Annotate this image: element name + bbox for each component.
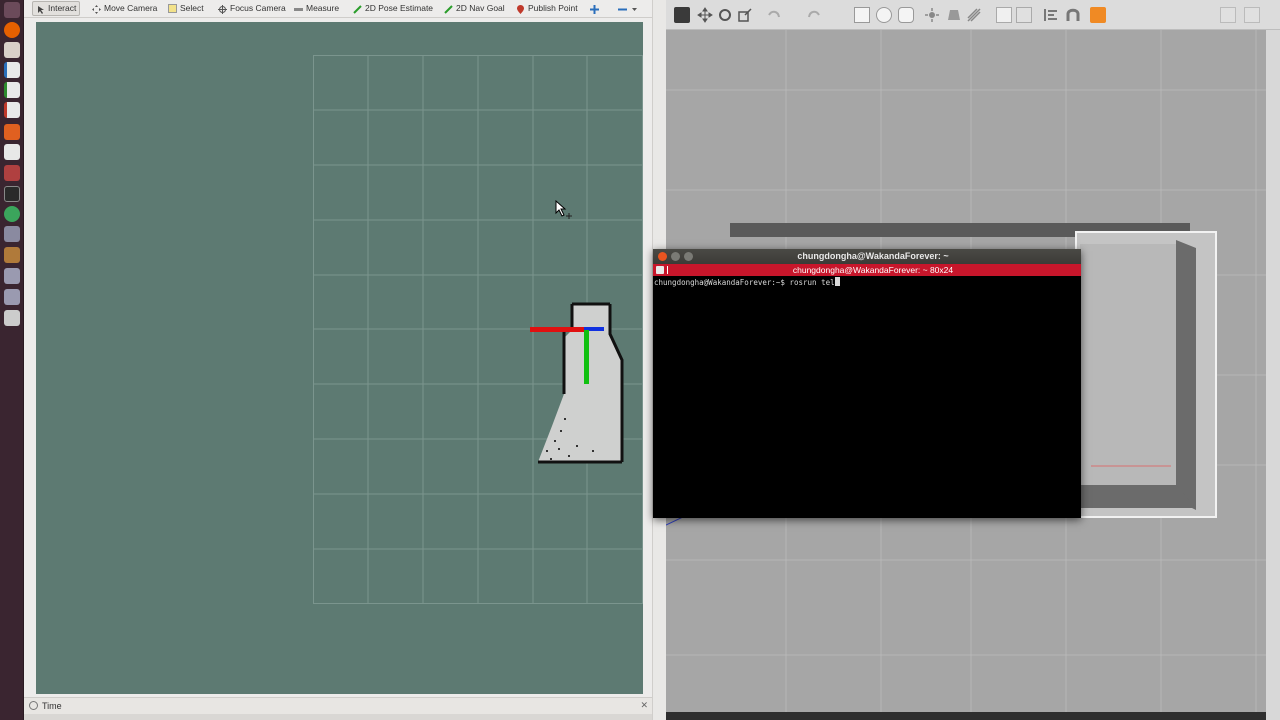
rviz-status-strip [24, 714, 652, 720]
point-light-icon[interactable] [924, 7, 940, 23]
settings-icon[interactable] [4, 165, 20, 181]
software-center-icon[interactable] [4, 124, 20, 140]
box-shape-icon[interactable] [854, 7, 870, 23]
calc-icon[interactable] [4, 82, 20, 98]
left-dock-handle[interactable] [24, 22, 36, 694]
align-icon[interactable] [1043, 7, 1059, 23]
directional-light-icon[interactable] [966, 7, 982, 23]
pose-estimate-icon [353, 4, 362, 14]
scale-icon[interactable] [737, 7, 753, 23]
copy-icon[interactable] [996, 7, 1012, 23]
move-camera-label: Move Camera [104, 3, 158, 13]
app-icon[interactable] [4, 289, 20, 305]
writer-icon[interactable] [4, 62, 20, 78]
measure-label: Measure [306, 3, 340, 13]
dash-icon[interactable] [4, 2, 20, 18]
spot-light-icon[interactable] [946, 7, 962, 23]
paste-icon[interactable] [1016, 7, 1032, 23]
focus-camera-label: Focus Camera [230, 3, 286, 13]
terminal-tab-title: chungdongha@WakandaForever: ~ 80x24 [792, 265, 954, 275]
desktop: Interact Move Camera Select Focus Camera… [0, 0, 1280, 720]
publish-point-icon [516, 4, 525, 14]
sphere-shape-icon[interactable] [876, 7, 892, 23]
time-panel: Time ✕ [24, 697, 652, 714]
pose-estimate-label: 2D Pose Estimate [365, 3, 434, 13]
plus-icon [590, 4, 599, 14]
terminal-launcher-icon[interactable] [4, 186, 20, 202]
measure-tool[interactable]: Measure [294, 1, 339, 16]
pose-estimate-tool[interactable]: 2D Pose Estimate [353, 1, 433, 16]
record-icon[interactable] [1244, 7, 1260, 23]
nav-goal-tool[interactable]: 2D Nav Goal [444, 1, 505, 16]
move-camera-icon [92, 4, 101, 14]
select-mode-icon[interactable] [674, 7, 690, 23]
gazebo-side-panel[interactable] [1266, 30, 1280, 720]
measure-icon [294, 4, 303, 13]
ubuntu-launcher [0, 0, 24, 720]
files-icon[interactable] [4, 42, 20, 58]
rviz-3d-viewport[interactable] [36, 22, 643, 694]
rviz-window: Interact Move Camera Select Focus Camera… [24, 0, 652, 720]
terminal-window-title: chungdongha@WakandaForever: ~ [797, 251, 949, 261]
nav-goal-icon [444, 4, 453, 14]
screenshot-icon[interactable] [1220, 7, 1236, 23]
interact-icon [36, 4, 45, 14]
chevron-down-icon [630, 4, 639, 13]
mouse-cursor-icon [555, 200, 572, 219]
cylinder-shape-icon[interactable] [898, 7, 914, 23]
focus-camera-icon [218, 4, 227, 14]
minus-icon [618, 4, 627, 13]
right-dock-handle[interactable] [643, 22, 652, 694]
terminal-output[interactable]: chungdongha@WakandaForever:~$ rosrun tel [653, 277, 1081, 518]
tool-menu-button[interactable] [618, 1, 639, 16]
select-tool[interactable]: Select [168, 1, 204, 16]
interact-tool[interactable]: Interact [32, 1, 81, 16]
select-label: Select [180, 3, 204, 13]
impress-icon[interactable] [4, 102, 20, 118]
add-tool-button[interactable] [590, 1, 599, 16]
clock-icon [29, 701, 38, 710]
rviz-icon[interactable] [4, 226, 20, 242]
publish-point-tool[interactable]: Publish Point [516, 1, 578, 16]
focus-camera-tool[interactable]: Focus Camera [218, 1, 286, 16]
workspace-icon[interactable] [4, 310, 20, 326]
move-camera-tool[interactable]: Move Camera [92, 1, 157, 16]
terminal-window[interactable]: chungdongha@WakandaForever: ~ chungdongh… [653, 249, 1081, 518]
undo-icon[interactable] [766, 7, 782, 23]
robot-tf-axes [530, 327, 604, 384]
rotate-icon[interactable] [717, 7, 733, 23]
select-icon [168, 4, 177, 13]
publish-point-label: Publish Point [528, 3, 578, 13]
terminal-prompt: chungdongha@WakandaForever:~$ [654, 278, 790, 287]
redo-icon[interactable] [806, 7, 822, 23]
gazebo-icon[interactable] [4, 206, 20, 222]
translate-icon[interactable] [697, 7, 713, 23]
interact-label: Interact [48, 3, 77, 13]
close-icon[interactable]: ✕ [640, 700, 648, 711]
terminal-titlebar[interactable]: chungdongha@WakandaForever: ~ [653, 249, 1081, 264]
terminal-tab[interactable]: chungdongha@WakandaForever: ~ 80x24 [653, 264, 1081, 276]
archive-icon[interactable] [4, 247, 20, 263]
rviz-toolbar: Interact Move Camera Select Focus Camera… [24, 0, 652, 18]
firefox-icon[interactable] [4, 22, 20, 38]
snap-icon[interactable] [1065, 7, 1081, 23]
gazebo-status-bar [666, 712, 1266, 720]
nav-goal-label: 2D Nav Goal [456, 3, 505, 13]
time-panel-label: Time [42, 701, 62, 711]
text-cursor [834, 277, 840, 286]
gazebo-toolbar [666, 0, 1280, 30]
terminal-command-input[interactable]: rosrun tel [789, 278, 834, 287]
change-view-icon[interactable] [1090, 7, 1106, 23]
amazon-icon[interactable] [4, 144, 20, 160]
window-icon[interactable] [4, 268, 20, 284]
